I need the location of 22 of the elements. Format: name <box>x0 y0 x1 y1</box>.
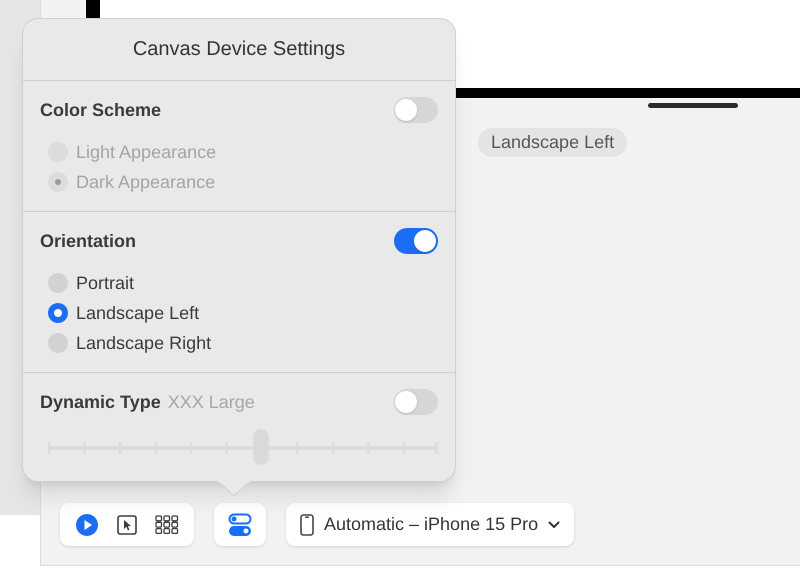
section-title: Color Scheme <box>40 98 162 122</box>
play-button[interactable] <box>74 512 100 538</box>
radio-button[interactable] <box>48 172 68 192</box>
popover-title: Canvas Device Settings <box>132 37 346 62</box>
section-title: Orientation <box>40 230 136 252</box>
radio-label: Landscape Right <box>76 332 212 355</box>
orientation-label: Landscape Left <box>478 128 628 157</box>
device-settings-button[interactable] <box>214 503 266 546</box>
phone-icon <box>300 514 314 536</box>
chevron-down-icon <box>548 520 560 528</box>
toggle-switch[interactable] <box>394 228 438 254</box>
section-title: Dynamic Type <box>40 390 161 414</box>
toggle-switch[interactable] <box>394 389 438 415</box>
toggles-icon <box>228 512 252 536</box>
radio-label: Landscape Left <box>76 302 200 325</box>
radio-label: Light Appearance <box>76 140 216 164</box>
radio-label: Portrait <box>76 272 134 294</box>
toggle-switch[interactable] <box>394 97 438 123</box>
radio-button[interactable] <box>48 303 68 323</box>
device-picker[interactable]: Automatic – iPhone 15 Pro <box>286 503 574 546</box>
section-value: XXX Large <box>168 390 255 414</box>
radio-label: Dark Appearance <box>76 170 216 194</box>
